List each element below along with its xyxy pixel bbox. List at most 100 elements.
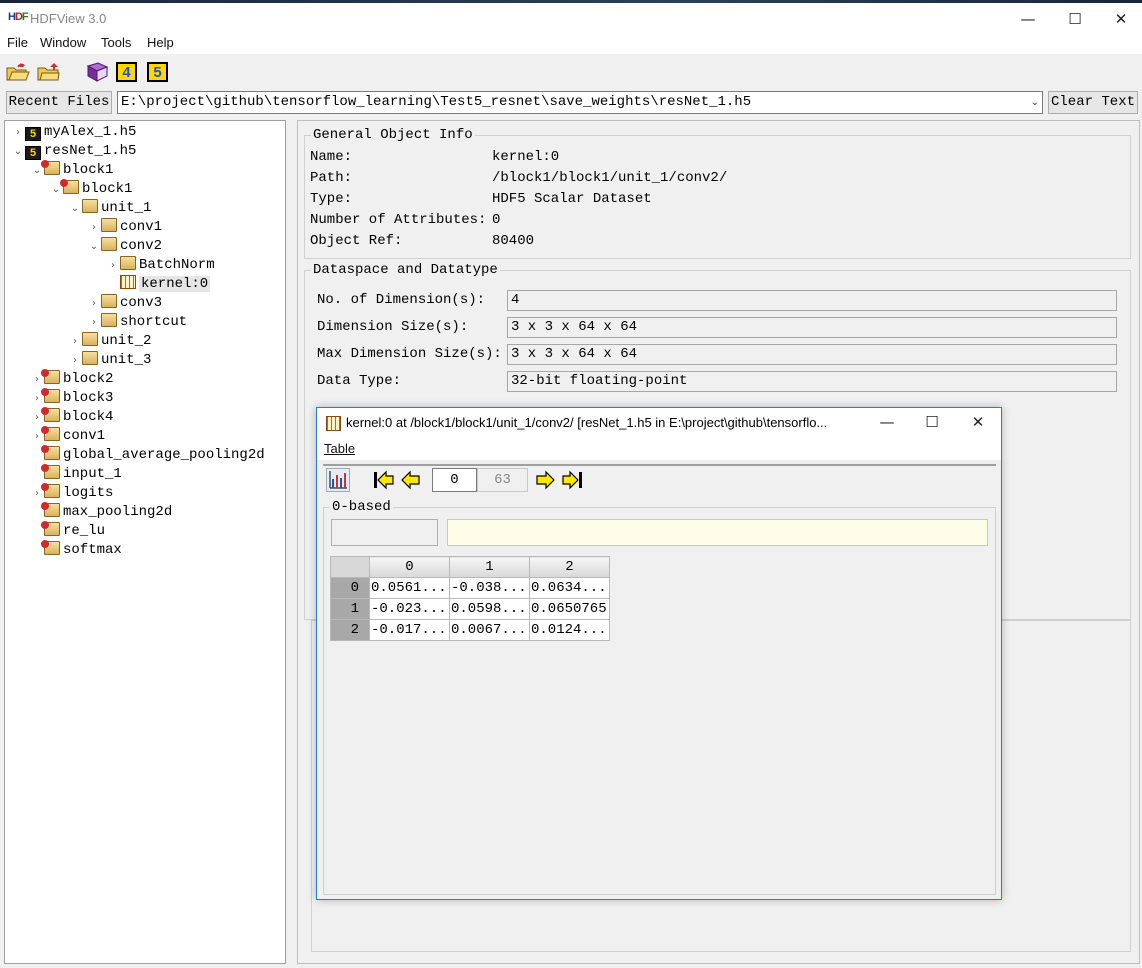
first-page-icon[interactable] <box>373 470 395 490</box>
user-guide-icon[interactable] <box>85 62 109 82</box>
table-cell[interactable]: 0.0067... <box>449 619 530 641</box>
tree-item[interactable]: › shortcut <box>87 313 187 332</box>
collapsed-chevron-icon[interactable]: › <box>87 218 101 237</box>
tree-item[interactable]: › unit_3 <box>68 351 151 370</box>
collapsed-chevron-icon[interactable]: › <box>68 332 82 351</box>
tree-item[interactable]: max_pooling2d <box>30 502 172 522</box>
previous-page-icon[interactable] <box>400 470 422 490</box>
menu-help[interactable]: Help <box>147 35 174 50</box>
open-folder-icon[interactable] <box>37 62 61 82</box>
index-base-label: 0-based <box>330 499 393 515</box>
hdf4-icon[interactable]: 4 <box>116 62 137 82</box>
clear-text-button[interactable]: Clear Text <box>1048 91 1138 114</box>
dataspace-value-field[interactable]: 3 x 3 x 64 x 64 <box>507 317 1117 338</box>
tree-item[interactable]: ⌄ unit_1 <box>68 199 151 218</box>
tree-item[interactable]: › 5 myAlex_1.h5 <box>11 123 136 142</box>
menu-file[interactable]: File <box>7 35 28 50</box>
tree-item-label: block3 <box>63 390 114 406</box>
file-path-combobox[interactable]: E:\project\github\tensorflow_learning\Te… <box>117 91 1043 114</box>
expanded-chevron-icon[interactable]: ⌄ <box>68 199 82 218</box>
table-cell[interactable]: 0.0598... <box>449 598 530 620</box>
table-cell[interactable]: -0.038... <box>449 577 530 599</box>
tree-item[interactable]: › block2 <box>30 369 113 389</box>
collapsed-chevron-icon[interactable]: › <box>68 351 82 370</box>
minimize-button[interactable]: — <box>1005 6 1051 33</box>
menu-table[interactable]: Table <box>324 441 355 456</box>
tree-item[interactable]: › block3 <box>30 388 114 408</box>
tree-item-label: conv1 <box>63 428 106 444</box>
close-button[interactable]: ✕ <box>1098 6 1142 33</box>
tree-item[interactable]: › conv3 <box>87 294 162 313</box>
table-cell[interactable]: 0.0561... <box>369 577 450 599</box>
expanded-chevron-icon[interactable]: ⌄ <box>87 237 101 256</box>
table-cell[interactable]: 0.0650765 <box>529 598 610 620</box>
dialog-maximize-button[interactable]: ☐ <box>909 409 955 436</box>
row-header[interactable]: 0 <box>330 577 370 599</box>
table-cell[interactable]: 0.0124... <box>529 619 610 641</box>
chart-icon[interactable] <box>326 468 350 492</box>
tree-item-label: block1 <box>63 162 114 178</box>
info-value: /block1/block1/unit_1/conv2/ <box>492 170 728 186</box>
tree-item[interactable]: › BatchNorm <box>106 256 215 275</box>
tree-item[interactable]: input_1 <box>30 464 122 484</box>
row-header[interactable]: 2 <box>330 619 370 641</box>
collapsed-chevron-icon[interactable]: › <box>11 123 25 142</box>
group-icon <box>41 160 60 175</box>
last-page-icon[interactable] <box>561 470 583 490</box>
dataspace-value-field[interactable]: 3 x 3 x 64 x 64 <box>507 344 1117 365</box>
table-cell[interactable]: -0.023... <box>369 598 450 620</box>
recent-files-button[interactable]: Recent Files <box>6 91 112 114</box>
table-cell[interactable]: 0.0634... <box>529 577 610 599</box>
menu-tools[interactable]: Tools <box>101 35 131 50</box>
toolbar: 4 5 <box>0 54 1142 88</box>
open-file-icon[interactable] <box>6 62 30 82</box>
menu-window[interactable]: Window <box>40 35 86 50</box>
info-value: HDF5 Scalar Dataset <box>492 191 652 207</box>
dialog-close-button[interactable]: ✕ <box>955 409 1001 436</box>
maximize-button[interactable]: ☐ <box>1052 6 1098 33</box>
data-table[interactable]: 0 1 2 0 0.0561... -0.038... 0.0634... 1 … <box>330 556 610 641</box>
folder-icon <box>82 351 98 365</box>
info-label: Number of Attributes: <box>310 212 487 228</box>
h5-file-icon: 5 <box>25 127 41 141</box>
column-header[interactable]: 2 <box>529 556 610 578</box>
tree-item[interactable]: ⌄ block1 <box>49 179 132 199</box>
collapsed-chevron-icon[interactable]: › <box>87 294 101 313</box>
tree-item[interactable]: › block4 <box>30 407 113 427</box>
tree-item[interactable]: ⌄ conv2 <box>87 237 162 256</box>
tree-item[interactable]: › unit_2 <box>68 332 151 351</box>
selected-cell-value-field[interactable] <box>447 519 988 546</box>
next-page-icon[interactable] <box>534 470 556 490</box>
file-tree-panel: › 5 myAlex_1.h5 ⌄ 5 resNet_1.h5 ⌄ block1 ⌄ block1… <box>4 120 286 964</box>
dataspace-value-field[interactable]: 32-bit floating-point <box>507 371 1117 392</box>
tree-item[interactable]: › conv1 <box>87 218 162 237</box>
dataset-table-dialog: kernel:0 at /block1/block1/unit_1/conv2/… <box>316 407 1002 900</box>
tree-item[interactable]: ⌄ block1 <box>30 160 114 180</box>
tree-item[interactable]: kernel:0 <box>106 275 211 294</box>
info-label: Path: <box>310 170 353 186</box>
collapsed-chevron-icon[interactable]: › <box>87 313 101 332</box>
page-number-input[interactable]: 0 <box>432 468 477 492</box>
collapsed-chevron-icon[interactable]: › <box>106 256 120 275</box>
tree-item[interactable]: ⌄ 5 resNet_1.h5 <box>11 142 136 161</box>
hdf5-icon[interactable]: 5 <box>147 62 168 82</box>
chevron-down-icon[interactable]: ⌄ <box>1031 92 1039 113</box>
tree-item[interactable]: softmax <box>30 540 122 560</box>
dialog-minimize-button[interactable]: — <box>864 409 910 436</box>
tree-item[interactable]: › conv1 <box>30 426 106 446</box>
table-cell[interactable]: -0.017... <box>369 619 450 641</box>
column-header[interactable]: 0 <box>369 556 450 578</box>
dataspace-value-field[interactable]: 4 <box>507 290 1117 311</box>
tree-item[interactable]: re_lu <box>30 521 105 541</box>
info-value: 0 <box>492 212 501 228</box>
expanded-chevron-icon[interactable]: ⌄ <box>11 142 25 161</box>
tree-item[interactable]: › logits <box>30 483 113 503</box>
tree-item-label: unit_3 <box>101 352 152 368</box>
dataset-icon <box>326 416 341 431</box>
group-icon <box>41 407 60 422</box>
file-path-value: E:\project\github\tensorflow_learning\Te… <box>121 94 752 110</box>
row-header[interactable]: 1 <box>330 598 370 620</box>
tree-item[interactable]: global_average_pooling2d <box>30 445 265 465</box>
column-header[interactable]: 1 <box>449 556 530 578</box>
group-icon <box>41 540 60 555</box>
